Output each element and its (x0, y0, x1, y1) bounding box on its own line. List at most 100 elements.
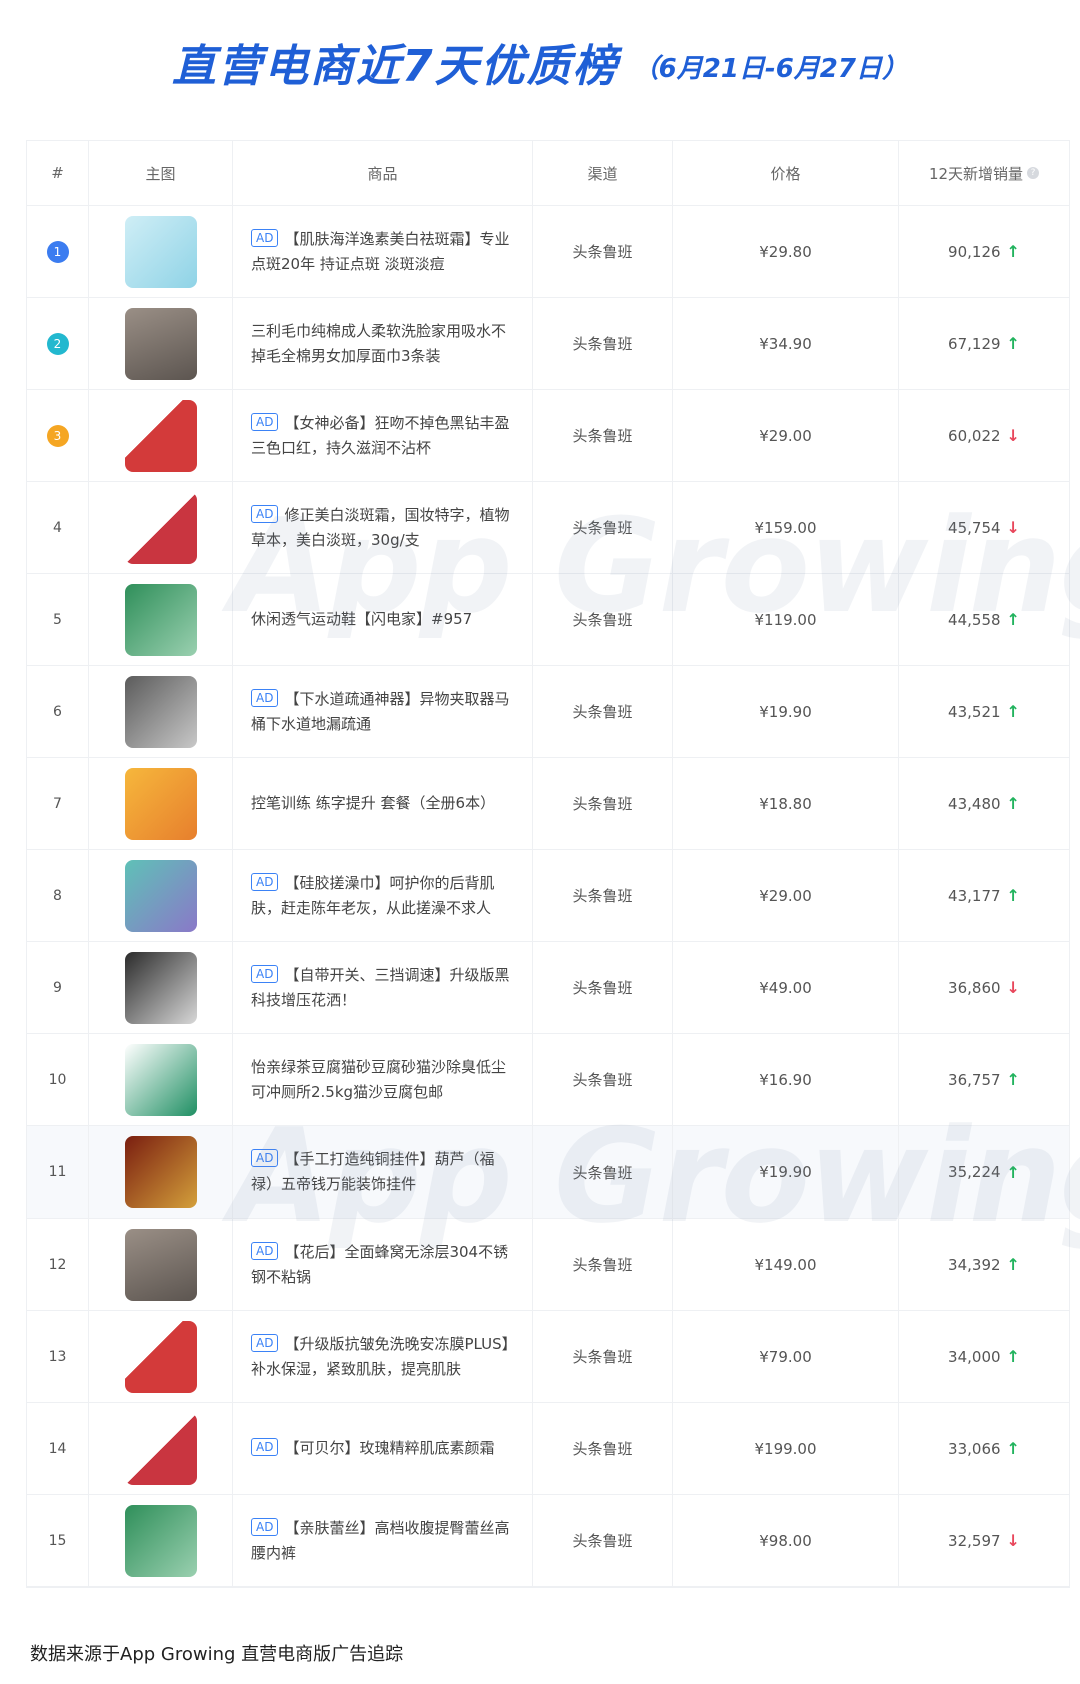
product-cell[interactable]: 怡亲绿茶豆腐猫砂豆腐砂猫沙除臭低尘可冲厕所2.5kg猫沙豆腐包邮 (233, 1034, 533, 1125)
sales-cell: 33,066 ↑ (899, 1403, 1069, 1494)
product-cell[interactable]: 三利毛巾纯棉成人柔软洗脸家用吸水不掉毛全棉男女加厚面巾3条装 (233, 298, 533, 389)
trend-up-icon: ↑ (1006, 334, 1020, 353)
product-title: 【自带开关、三挡调速】升级版黑科技增压花洒！ (251, 965, 510, 1009)
sales-cell: 36,757 ↑ (899, 1034, 1069, 1125)
image-cell (89, 666, 233, 757)
channel-cell: 头条鲁班 (533, 1403, 673, 1494)
product-cell[interactable]: 控笔训练 练字提升 套餐（全册6本） (233, 758, 533, 849)
product-thumbnail[interactable] (124, 399, 197, 472)
ad-badge: AD (251, 964, 279, 983)
table-row[interactable]: 14 AD 【可贝尔】玫瑰精粹肌底素颜霜 头条鲁班 ¥199.00 33,066 ↑ (27, 1403, 1069, 1495)
sales-cell: 67,129 ↑ (899, 298, 1069, 389)
sales-cell: 34,000 ↑ (899, 1311, 1069, 1402)
ad-badge: AD (251, 872, 279, 891)
product-thumbnail[interactable] (124, 1412, 197, 1485)
column-header-rank: # (27, 141, 89, 205)
product-thumbnail[interactable] (124, 859, 197, 932)
table-row[interactable]: 11 AD 【手工打造纯铜挂件】葫芦（福禄）五帝钱万能装饰挂件 头条鲁班 ¥19.… (27, 1126, 1069, 1219)
table-row[interactable]: 1 AD 【肌肤海洋逸素美白祛斑霜】专业点斑20年 持证点斑 淡斑淡痘 头条鲁班 … (27, 206, 1069, 298)
channel-label: 头条鲁班 (572, 795, 633, 813)
product-thumbnail[interactable] (124, 767, 197, 840)
table-row[interactable]: 13 AD 【升级版抗皱免洗晚安冻膜PLUS】补水保湿，紧致肌肤，提亮肌肤 头条鲁… (27, 1311, 1069, 1403)
table-row[interactable]: 9 AD 【自带开关、三挡调速】升级版黑科技增压花洒！ 头条鲁班 ¥49.00 3… (27, 942, 1069, 1034)
product-cell[interactable]: 休闲透气运动鞋【闪电家】#957 (233, 574, 533, 665)
channel-label: 头条鲁班 (572, 1532, 633, 1550)
column-header-price: 价格 (673, 141, 899, 205)
product-cell[interactable]: AD 【可贝尔】玫瑰精粹肌底素颜霜 (233, 1403, 533, 1494)
product-cell[interactable]: AD 【自带开关、三挡调速】升级版黑科技增压花洒！ (233, 942, 533, 1033)
product-title-wrap: AD 【下水道疏通神器】异物夹取器马桶下水道地漏疏通 (251, 687, 514, 737)
rank-number: 7 (53, 795, 62, 812)
sales-value: 34,392 (948, 1255, 1001, 1274)
product-cell[interactable]: AD 修正美白淡斑霜，国妆特字，植物草本，美白淡斑，30g/支 (233, 482, 533, 573)
product-cell[interactable]: AD 【手工打造纯铜挂件】葫芦（福禄）五帝钱万能装饰挂件 (233, 1126, 533, 1218)
sales-wrap: 35,224 ↑ (948, 1163, 1020, 1182)
table-row[interactable]: 7 控笔训练 练字提升 套餐（全册6本） 头条鲁班 ¥18.80 43,480 ↑ (27, 758, 1069, 850)
channel-label: 头条鲁班 (572, 243, 633, 261)
product-title: 【升级版抗皱免洗晚安冻膜PLUS】补水保湿，紧致肌肤，提亮肌肤 (251, 1334, 510, 1378)
table-row[interactable]: 2 三利毛巾纯棉成人柔软洗脸家用吸水不掉毛全棉男女加厚面巾3条装 头条鲁班 ¥3… (27, 298, 1069, 390)
table-row[interactable]: 6 AD 【下水道疏通神器】异物夹取器马桶下水道地漏疏通 头条鲁班 ¥19.90 … (27, 666, 1069, 758)
product-cell[interactable]: AD 【硅胶搓澡巾】呵护你的后背肌肤，赶走陈年老灰，从此搓澡不求人 (233, 850, 533, 941)
product-cell[interactable]: AD 【花后】全面蜂窝无涂层304不锈钢不粘锅 (233, 1219, 533, 1310)
product-thumbnail[interactable] (124, 1043, 197, 1116)
sales-wrap: 34,392 ↑ (948, 1255, 1020, 1274)
product-thumbnail[interactable] (124, 1228, 197, 1301)
trend-up-icon: ↑ (1006, 1070, 1020, 1089)
product-title-wrap: AD 【手工打造纯铜挂件】葫芦（福禄）五帝钱万能装饰挂件 (251, 1147, 514, 1197)
product-title: 修正美白淡斑霜，国妆特字，植物草本，美白淡斑，30g/支 (251, 505, 510, 549)
product-cell[interactable]: AD 【升级版抗皱免洗晚安冻膜PLUS】补水保湿，紧致肌肤，提亮肌肤 (233, 1311, 533, 1402)
sales-value: 35,224 (948, 1163, 1001, 1181)
product-title: 控笔训练 练字提升 套餐（全册6本） (251, 794, 496, 812)
table-row[interactable]: 8 AD 【硅胶搓澡巾】呵护你的后背肌肤，赶走陈年老灰，从此搓澡不求人 头条鲁班 … (27, 850, 1069, 942)
sales-cell: 43,480 ↑ (899, 758, 1069, 849)
image-cell (89, 1311, 233, 1402)
table-row[interactable]: 4 AD 修正美白淡斑霜，国妆特字，植物草本，美白淡斑，30g/支 头条鲁班 ¥1… (27, 482, 1069, 574)
table-row[interactable]: 5 休闲透气运动鞋【闪电家】#957 头条鲁班 ¥119.00 44,558 ↑ (27, 574, 1069, 666)
product-title: 【花后】全面蜂窝无涂层304不锈钢不粘锅 (251, 1242, 509, 1286)
price-cell: ¥29.00 (673, 390, 899, 481)
image-cell (89, 206, 233, 297)
rank-number: 10 (48, 1071, 67, 1088)
ad-badge: AD (251, 688, 279, 707)
product-thumbnail[interactable] (124, 307, 197, 380)
product-cell[interactable]: AD 【女神必备】狂吻不掉色黑钻丰盈三色口红，持久滋润不沾杯 (233, 390, 533, 481)
channel-cell: 头条鲁班 (533, 1126, 673, 1218)
product-title: 三利毛巾纯棉成人柔软洗脸家用吸水不掉毛全棉男女加厚面巾3条装 (251, 321, 507, 365)
product-title: 【下水道疏通神器】异物夹取器马桶下水道地漏疏通 (251, 689, 510, 733)
sales-value: 33,066 (948, 1439, 1001, 1458)
table-row[interactable]: 3 AD 【女神必备】狂吻不掉色黑钻丰盈三色口红，持久滋润不沾杯 头条鲁班 ¥29… (27, 390, 1069, 482)
product-thumbnail[interactable] (124, 675, 197, 748)
price-cell: ¥49.00 (673, 942, 899, 1033)
rank-number: 15 (48, 1532, 67, 1549)
table-header: # 主图 商品 渠道 价格 12天新增销量 ? (27, 141, 1069, 206)
product-title-wrap: AD 修正美白淡斑霜，国妆特字，植物草本，美白淡斑，30g/支 (251, 503, 514, 553)
product-title: 【手工打造纯铜挂件】葫芦（福禄）五帝钱万能装饰挂件 (251, 1150, 495, 1193)
channel-cell: 头条鲁班 (533, 1219, 673, 1310)
product-thumbnail[interactable] (124, 1320, 197, 1393)
table-row[interactable]: 15 AD 【亲肤蕾丝】高档收腹提臀蕾丝高腰内裤 头条鲁班 ¥98.00 32,5… (27, 1495, 1069, 1587)
table-row[interactable]: 10 怡亲绿茶豆腐猫砂豆腐砂猫沙除臭低尘可冲厕所2.5kg猫沙豆腐包邮 头条鲁班… (27, 1034, 1069, 1126)
channel-cell: 头条鲁班 (533, 298, 673, 389)
channel-label: 头条鲁班 (572, 1440, 633, 1458)
rank-cell: 9 (27, 942, 89, 1033)
sales-wrap: 32,597 ↓ (948, 1531, 1020, 1550)
product-title-wrap: 怡亲绿茶豆腐猫砂豆腐砂猫沙除臭低尘可冲厕所2.5kg猫沙豆腐包邮 (251, 1055, 514, 1105)
sales-wrap: 36,860 ↓ (948, 978, 1020, 997)
product-cell[interactable]: AD 【肌肤海洋逸素美白祛斑霜】专业点斑20年 持证点斑 淡斑淡痘 (233, 206, 533, 297)
product-cell[interactable]: AD 【下水道疏通神器】异物夹取器马桶下水道地漏疏通 (233, 666, 533, 757)
table-row[interactable]: 12 AD 【花后】全面蜂窝无涂层304不锈钢不粘锅 头条鲁班 ¥149.00 3… (27, 1219, 1069, 1311)
product-thumbnail[interactable] (124, 1136, 197, 1208)
product-thumbnail[interactable] (124, 491, 197, 564)
product-thumbnail[interactable] (124, 1504, 197, 1577)
column-header-sales[interactable]: 12天新增销量 ? (899, 141, 1069, 205)
product-thumbnail[interactable] (124, 215, 197, 288)
product-cell[interactable]: AD 【亲肤蕾丝】高档收腹提臀蕾丝高腰内裤 (233, 1495, 533, 1586)
channel-label: 头条鲁班 (572, 887, 633, 905)
product-thumbnail[interactable] (124, 951, 197, 1024)
sales-wrap: 43,177 ↑ (948, 886, 1020, 905)
product-thumbnail[interactable] (124, 583, 197, 656)
info-icon[interactable]: ? (1027, 167, 1040, 179)
rank-cell: 14 (27, 1403, 89, 1494)
sales-wrap: 33,066 ↑ (948, 1439, 1020, 1458)
